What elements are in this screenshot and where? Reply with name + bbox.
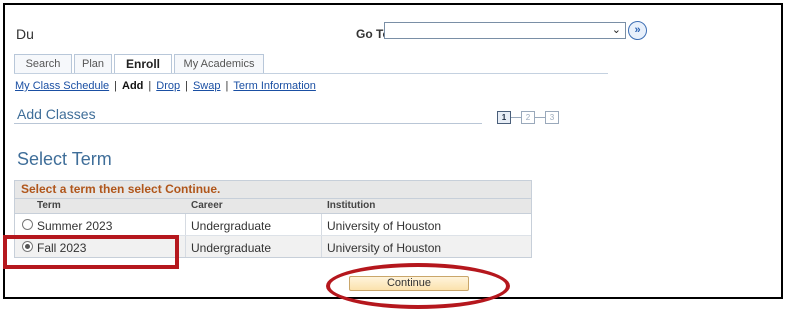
column-header-term: Term — [37, 200, 61, 211]
step-1: 1 — [497, 111, 511, 124]
tab-search-label: Search — [25, 58, 61, 70]
subnav-separator: | — [114, 80, 118, 92]
subnav-term-information[interactable]: Term Information — [233, 80, 316, 92]
section-title: Add Classes — [17, 106, 96, 122]
column-header-career: Career — [191, 200, 223, 211]
institution-cell: University of Houston — [327, 241, 442, 255]
grid-header: Term Career Institution — [15, 199, 531, 214]
term-radio-summer-2023[interactable] — [22, 219, 33, 230]
table-row[interactable]: Summer 2023 Undergraduate University of … — [15, 214, 531, 236]
tab-plan[interactable]: Plan — [74, 54, 112, 73]
step-2: 2 — [521, 111, 535, 124]
tab-my-academics-label: My Academics — [183, 58, 255, 70]
column-header-institution: Institution — [327, 200, 376, 211]
tab-underline — [14, 73, 608, 74]
page-heading: Select Term — [17, 149, 112, 169]
subnav-my-class-schedule[interactable]: My Class Schedule — [15, 80, 109, 92]
highlight-oval-continue — [326, 263, 510, 309]
column-divider — [321, 214, 322, 235]
sub-navigation: My Class Schedule | Add | Drop | Swap | Term Inf… — [15, 80, 316, 92]
subnav-drop[interactable]: Drop — [156, 80, 180, 92]
tab-my-academics[interactable]: My Academics — [174, 54, 264, 73]
goto-select[interactable]: ⌄ — [384, 22, 626, 39]
subnav-swap[interactable]: Swap — [193, 80, 221, 92]
career-cell: Undergraduate — [191, 241, 272, 255]
step-connector — [511, 117, 521, 118]
subnav-add: Add — [122, 80, 144, 92]
grid-caption: Select a term then select Continue. — [15, 181, 531, 199]
institution-cell: University of Houston — [327, 219, 442, 233]
section-divider — [14, 123, 482, 124]
subnav-separator: | — [148, 80, 152, 92]
subnav-separator: | — [185, 80, 188, 92]
tab-enroll-label: Enroll — [125, 57, 160, 71]
column-divider — [185, 236, 186, 257]
column-divider — [185, 214, 186, 235]
step-connector — [535, 117, 545, 118]
career-cell: Undergraduate — [191, 219, 272, 233]
chevron-down-icon: ⌄ — [611, 24, 621, 36]
column-divider — [321, 236, 322, 257]
term-cell: Summer 2023 — [37, 219, 113, 233]
tab-search[interactable]: Search — [14, 54, 72, 73]
user-name: Du — [16, 26, 34, 42]
tab-enroll[interactable]: Enroll — [114, 54, 172, 73]
tab-plan-label: Plan — [81, 58, 105, 70]
subnav-separator: | — [225, 80, 229, 92]
goto-arrow-button[interactable]: » — [628, 21, 647, 40]
highlight-box-fall-2023 — [3, 235, 179, 269]
step-3: 3 — [545, 111, 559, 124]
